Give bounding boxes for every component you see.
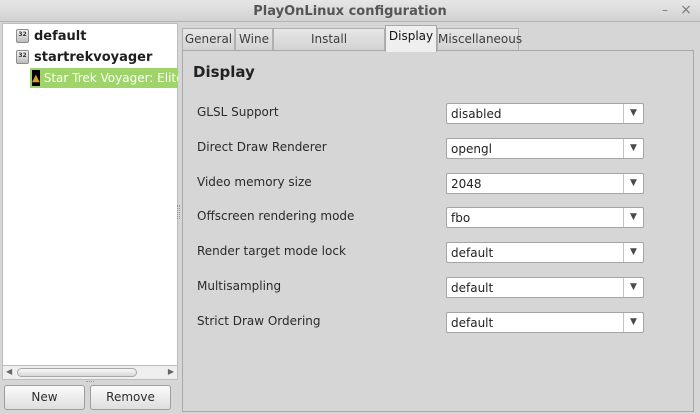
display-panel: Display GLSL Support disabled ▼ Direct D…	[182, 50, 694, 412]
dropdown-arrow-icon[interactable]: ▼	[623, 313, 643, 332]
dropdown-arrow-icon[interactable]: ▼	[623, 208, 643, 227]
game-icon: ▲	[32, 70, 40, 86]
render-target-mode-lock-select[interactable]: default ▼	[446, 242, 644, 263]
new-button[interactable]: New	[4, 385, 85, 410]
select-value: default	[451, 281, 494, 295]
multisampling-select[interactable]: default ▼	[446, 277, 644, 298]
scroll-right-icon[interactable]: ▶	[168, 367, 174, 376]
select-value: disabled	[451, 107, 502, 121]
scroll-left-icon[interactable]: ◀	[6, 367, 12, 376]
tree-item-label: default	[34, 28, 87, 44]
tab-install-components[interactable]: Install components	[273, 28, 385, 67]
prefix-tree[interactable]: 32 default 32 startrekvoyager ▲ Star Tre…	[2, 23, 178, 366]
setting-label: Strict Draw Ordering	[197, 314, 321, 328]
setting-label: Offscreen rendering mode	[197, 209, 355, 223]
dropdown-arrow-icon[interactable]: ▼	[623, 243, 643, 262]
select-value: 2048	[451, 177, 482, 191]
tree-item-star-trek-voyager[interactable]: ▲ Star Trek Voyager: Elite	[30, 68, 178, 88]
tab-miscellaneous[interactable]: Miscellaneous	[437, 28, 522, 51]
setting-label: Render target mode lock	[197, 244, 346, 258]
tab-general[interactable]: General	[182, 28, 235, 51]
tree-item-startrekvoyager[interactable]: 32 startrekvoyager	[3, 47, 152, 67]
tab-display[interactable]: Display	[385, 25, 437, 52]
strict-draw-ordering-select[interactable]: default ▼	[446, 312, 644, 333]
select-value: fbo	[451, 211, 471, 225]
direct-draw-renderer-select[interactable]: opengl ▼	[446, 138, 644, 159]
tab-wine[interactable]: Wine	[235, 28, 273, 51]
horizontal-scrollbar[interactable]: ◀ ▶	[2, 366, 178, 380]
dropdown-arrow-icon[interactable]: ▼	[623, 104, 643, 123]
video-memory-size-select[interactable]: 2048 ▼	[446, 173, 644, 194]
scrollbar-thumb[interactable]	[17, 368, 137, 377]
prefix-pane: 32 default 32 startrekvoyager ▲ Star Tre…	[2, 23, 178, 381]
resize-grip	[86, 381, 94, 384]
pane-splitter[interactable]	[177, 205, 180, 219]
select-value: default	[451, 246, 494, 260]
close-icon[interactable]: ×	[679, 3, 693, 17]
remove-button[interactable]: Remove	[90, 385, 171, 410]
tree-item-label: Star Trek Voyager: Elite	[43, 71, 178, 85]
setting-label: Direct Draw Renderer	[197, 140, 327, 154]
glsl-support-select[interactable]: disabled ▼	[446, 103, 644, 124]
dropdown-arrow-icon[interactable]: ▼	[623, 139, 643, 158]
minimize-icon[interactable]: –	[658, 3, 672, 17]
setting-label: Video memory size	[197, 175, 312, 189]
wine-prefix-icon: 32	[16, 29, 29, 43]
window-title: PlayOnLinux configuration	[253, 4, 447, 19]
offscreen-rendering-mode-select[interactable]: fbo ▼	[446, 207, 644, 228]
setting-label: Multisampling	[197, 279, 282, 293]
dropdown-arrow-icon[interactable]: ▼	[623, 174, 643, 193]
wine-prefix-icon: 32	[16, 50, 29, 64]
tree-item-default[interactable]: 32 default	[3, 26, 86, 46]
setting-label: GLSL Support	[197, 105, 279, 119]
tree-item-label: startrekvoyager	[34, 49, 153, 65]
select-value: default	[451, 316, 494, 330]
panel-title: Display	[193, 63, 255, 81]
dropdown-arrow-icon[interactable]: ▼	[623, 278, 643, 297]
select-value: opengl	[451, 142, 492, 156]
title-bar: PlayOnLinux configuration – ×	[0, 0, 700, 22]
